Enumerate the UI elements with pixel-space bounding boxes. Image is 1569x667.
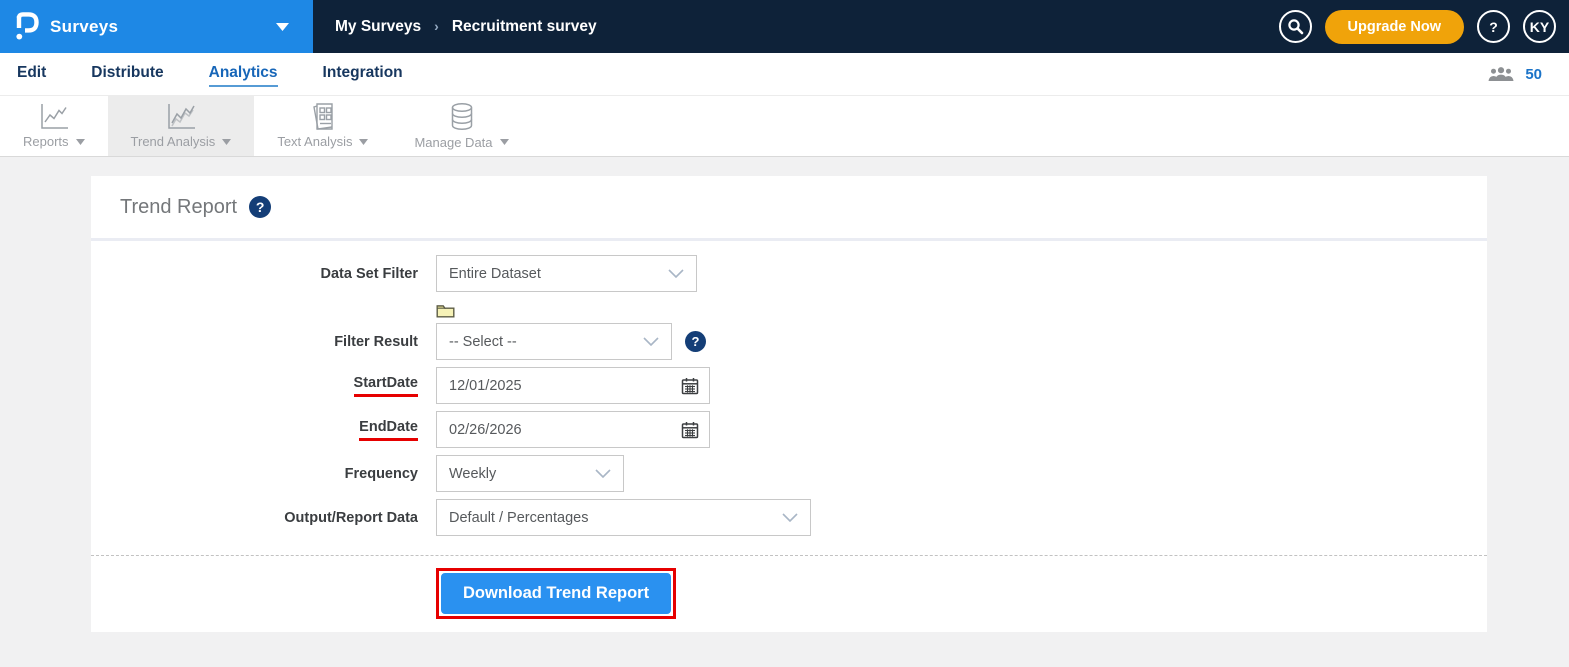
upgrade-now-button[interactable]: Upgrade Now [1324, 9, 1464, 44]
start-date-row: StartDate [91, 367, 1487, 404]
dataset-filter-label: Data Set Filter [320, 265, 419, 282]
frequency-row: Frequency Weekly [91, 455, 1487, 492]
start-date-label-text: StartDate [353, 375, 418, 397]
calendar-icon[interactable] [681, 377, 699, 395]
chevron-down-icon [595, 469, 611, 478]
app-switcher[interactable]: Surveys [0, 0, 313, 53]
avatar[interactable]: KY [1523, 10, 1556, 43]
end-date-row: EndDate [91, 411, 1487, 448]
output-report-data-select[interactable]: Default / Percentages [436, 499, 811, 536]
top-header: Surveys My Surveys › Recruitment survey … [0, 0, 1569, 53]
output-report-data-value: Default / Percentages [449, 509, 589, 526]
toolbar-item-label: Manage Data [414, 134, 493, 150]
dataset-filter-select[interactable]: Entire Dataset [436, 255, 697, 292]
trend-report-card: Trend Report ? Data Set Filter Entire Da… [91, 176, 1487, 632]
frequency-select[interactable]: Weekly [436, 455, 624, 492]
toolbar-item-label: Trend Analysis [130, 134, 216, 149]
filter-result-value: -- Select -- [449, 333, 517, 350]
tab-distribute[interactable]: Distribute [91, 61, 163, 87]
breadcrumb-current-survey: Recruitment survey [451, 17, 597, 35]
people-group-icon [1488, 66, 1514, 83]
tab-analytics[interactable]: Analytics [208, 61, 278, 87]
download-trend-report-button[interactable]: Download Trend Report [441, 573, 672, 614]
report-grid-icon [308, 102, 338, 131]
chevron-down-icon [668, 269, 684, 278]
breadcrumb-my-surveys[interactable]: My Surveys [335, 18, 421, 36]
download-button-row: Download Trend Report [91, 556, 1487, 632]
breadcrumb: My Surveys › Recruitment survey [335, 18, 597, 36]
dataset-filter-row: Data Set Filter Entire Dataset [91, 255, 1487, 292]
annotation-highlight-box: Download Trend Report [436, 568, 677, 619]
output-report-data-label: Output/Report Data [284, 509, 418, 526]
tab-edit[interactable]: Edit [17, 61, 46, 87]
trend-report-form: Data Set Filter Entire Dataset Filter Re… [91, 241, 1487, 547]
breadcrumb-separator: › [434, 17, 439, 34]
calendar-icon[interactable] [681, 421, 699, 439]
survey-tab-nav: Edit Distribute Analytics Integration 50 [0, 53, 1569, 96]
chevron-down-icon [782, 513, 798, 522]
main-content: Trend Report ? Data Set Filter Entire Da… [0, 157, 1569, 632]
start-date-input[interactable] [436, 367, 710, 404]
toolbar-item-label: Text Analysis [277, 134, 353, 149]
toolbar-item-text-analysis[interactable]: Text Analysis [254, 96, 391, 156]
output-report-data-row: Output/Report Data Default / Percentages [91, 499, 1487, 536]
filter-result-select[interactable]: -- Select -- [436, 323, 672, 360]
respondents-summary: 50 [1488, 66, 1569, 83]
end-date-input[interactable] [436, 411, 710, 448]
toolbar-item-manage-data[interactable]: Manage Data [391, 96, 531, 156]
app-name: Surveys [50, 16, 119, 36]
analytics-toolbar: Reports Trend Analysis Text Analysis Man… [0, 96, 1569, 157]
chevron-down-icon[interactable] [276, 22, 289, 31]
database-icon [447, 102, 477, 132]
filter-result-label: Filter Result [334, 333, 418, 350]
search-icon [1287, 18, 1304, 35]
end-date-label-text: EndDate [359, 419, 418, 441]
frequency-label: Frequency [344, 465, 418, 482]
questionpro-logo-icon [14, 12, 39, 41]
chevron-down-icon [75, 138, 85, 145]
folder-icon[interactable] [436, 303, 455, 318]
search-button[interactable] [1278, 10, 1312, 43]
dataset-folder-row [436, 299, 1487, 323]
toolbar-item-reports[interactable]: Reports [0, 96, 108, 156]
toolbar-item-label: Reports [23, 134, 69, 149]
tab-integration[interactable]: Integration [323, 61, 403, 87]
topbar-actions: Upgrade Now ? KY [1278, 9, 1569, 44]
trend-line-chart-icon [164, 102, 198, 131]
chevron-down-icon [643, 337, 659, 346]
dataset-filter-value: Entire Dataset [449, 265, 541, 282]
filter-result-help-icon[interactable]: ? [685, 331, 706, 352]
trend-report-help-icon[interactable]: ? [249, 196, 272, 218]
page-title: Trend Report [120, 195, 238, 218]
filter-result-row: Filter Result -- Select -- ? [91, 323, 1487, 360]
start-date-label: StartDate [91, 375, 418, 397]
card-header: Trend Report ? [91, 176, 1487, 238]
end-date-label: EndDate [91, 419, 418, 441]
chevron-down-icon [222, 138, 232, 145]
help-button[interactable]: ? [1477, 10, 1510, 43]
frequency-value: Weekly [449, 465, 497, 482]
line-chart-icon [37, 102, 71, 131]
chevron-down-icon [499, 139, 509, 145]
chevron-down-icon [359, 138, 369, 145]
respondent-count-link[interactable]: 50 [1525, 66, 1542, 83]
toolbar-item-trend-analysis[interactable]: Trend Analysis [107, 96, 255, 156]
